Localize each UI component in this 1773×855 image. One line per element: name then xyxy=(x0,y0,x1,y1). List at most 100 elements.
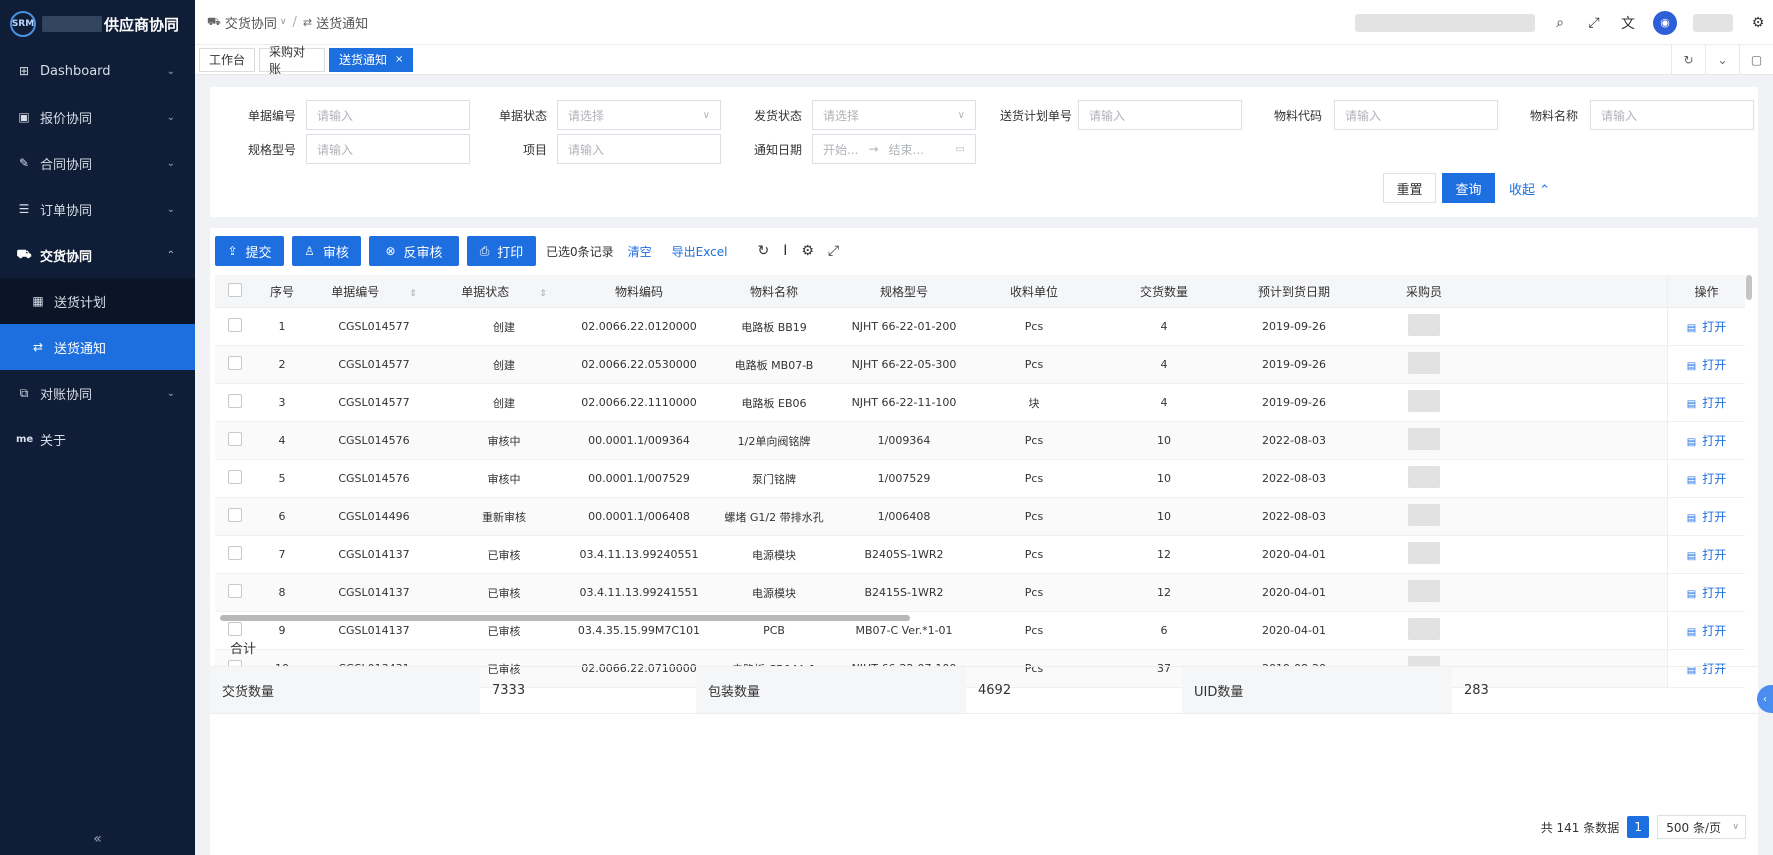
avatar[interactable]: ◉ xyxy=(1653,10,1677,35)
material-code-input[interactable]: 请输入 xyxy=(1334,100,1498,130)
cell-qty: 4 xyxy=(1160,358,1168,371)
doc-no-input[interactable]: 请输入 xyxy=(306,100,470,130)
col-header[interactable]: 单据编号 ⇕ xyxy=(309,283,439,300)
open-link[interactable]: ▤ 打开 xyxy=(1687,622,1726,639)
chevron-down-icon: ∨ xyxy=(957,109,965,121)
open-link[interactable]: ▤ 打开 xyxy=(1687,508,1726,525)
row-checkbox[interactable] xyxy=(228,546,242,560)
table-row[interactable]: 2 CGSL014577 创建 02.0066.22.0530000 电路板 MB07-… xyxy=(215,346,1745,384)
gear-icon[interactable]: ⚙ xyxy=(801,243,814,259)
sidebar-item-order[interactable]: ☰ 订单协同 ⌄ xyxy=(0,186,195,232)
tab-workbench[interactable]: 工作台 xyxy=(199,47,256,72)
submit-button[interactable]: ⇪ 提交 xyxy=(215,236,284,266)
text-icon[interactable]: Ⅰ xyxy=(783,243,787,259)
vertical-scrollbar[interactable] xyxy=(1746,275,1752,300)
selected-count: 已选0条记录 xyxy=(546,244,614,259)
select-all-checkbox[interactable] xyxy=(228,282,242,297)
approve-button[interactable]: ♙ 审核 xyxy=(292,236,361,266)
row-checkbox[interactable] xyxy=(228,470,242,484)
reset-button[interactable]: 重置 xyxy=(1383,173,1436,203)
open-link[interactable]: ▤ 打开 xyxy=(1687,318,1726,335)
summary-label: 交货数量 xyxy=(210,667,480,713)
row-checkbox[interactable] xyxy=(228,508,242,522)
gear-icon[interactable]: ⚙ xyxy=(1749,15,1767,31)
sidebar-item-about[interactable]: me 关于 xyxy=(0,416,195,462)
cell-code: 00.0001.1/007529 xyxy=(588,472,690,485)
unapprove-button[interactable]: ⊗ 反审核 xyxy=(369,236,459,266)
sidebar-item-quote[interactable]: ▣ 报价协同 ⌄ xyxy=(0,94,195,140)
table-row[interactable]: 5 CGSL014576 审核中 00.0001.1/007529 泵门铭牌 1/0075… xyxy=(215,460,1745,498)
sidebar-item-dashboard[interactable]: ⊞ Dashboard ⌄ xyxy=(0,48,195,94)
sidebar-item-label: 交货协同 xyxy=(40,249,93,265)
tab-delivery-notice[interactable]: 送货通知 × xyxy=(329,47,414,72)
refresh-icon[interactable]: ↻ xyxy=(757,243,769,259)
clear-link[interactable]: 清空 xyxy=(628,243,652,260)
sidebar-item-delivery[interactable]: ⛟ 交货协同 ⌃ xyxy=(0,232,195,278)
sort-icon[interactable]: ⇕ xyxy=(539,289,547,299)
cell-unit: 块 xyxy=(1028,396,1040,410)
sort-icon[interactable]: ⇕ xyxy=(409,289,417,299)
table-body: 1 CGSL014577 创建 02.0066.22.0120000 电路板 BB19 N… xyxy=(215,308,1745,688)
export-excel-link[interactable]: 导出Excel xyxy=(672,243,728,260)
project-input[interactable]: 请输入 xyxy=(557,134,721,164)
operation-cell: ▤ 打开 xyxy=(1667,612,1745,650)
notify-date-range[interactable]: 开始... → 结束... ▭ xyxy=(812,134,976,164)
row-checkbox[interactable] xyxy=(228,318,242,332)
table-row[interactable]: 4 CGSL014576 审核中 00.0001.1/009364 1/2单向阀铭牌 1/… xyxy=(215,422,1745,460)
sidebar-collapse-button[interactable]: « xyxy=(0,823,195,855)
toolbar: ⇪ 提交 ♙ 审核 ⊗ 反审核 ⎙ 打印 已选0条记录 清空 导出Excel ↻ Ⅰ ⚙… xyxy=(215,236,839,266)
page-button[interactable]: 1 xyxy=(1627,816,1650,838)
doc-status-select[interactable]: 请选择 ∨ xyxy=(557,100,721,130)
search-icon[interactable]: ⌕ xyxy=(1551,15,1569,31)
sidebar-item-contract[interactable]: ✎ 合同协同 ⌄ xyxy=(0,140,195,186)
cell-unit: Pcs xyxy=(1024,434,1044,447)
app-logo[interactable]: SRM 供应商协同 xyxy=(0,0,195,48)
reconcile-icon: ⧉ xyxy=(19,385,29,400)
open-link[interactable]: ▤ 打开 xyxy=(1687,584,1726,601)
cell-date: 2022-08-03 xyxy=(1262,510,1326,523)
sidebar-item-reconcile[interactable]: ⧉ 对账协同 ⌄ xyxy=(0,370,195,416)
plan-no-input[interactable]: 请输入 xyxy=(1078,100,1242,130)
table-row[interactable]: 3 CGSL014577 创建 02.0066.22.1110000 电路板 EB06 N… xyxy=(215,384,1745,422)
filter-label: 项目 xyxy=(522,142,547,157)
row-checkbox[interactable] xyxy=(228,622,242,636)
table-row[interactable]: 6 CGSL014496 重新审核 00.0001.1/006408 螺堵 G1/2 带… xyxy=(215,498,1745,536)
collapse-link[interactable]: 收起 ⌃ xyxy=(1509,179,1550,198)
row-checkbox[interactable] xyxy=(228,356,242,370)
side-panel-handle[interactable]: ‹ xyxy=(1757,685,1773,713)
table-row[interactable]: 8 CGSL014137 已审核 03.4.11.13.99241551 电源模块 B24… xyxy=(215,574,1745,612)
page-size-select[interactable]: 500 条/页 ∨ xyxy=(1657,815,1746,839)
fullscreen-icon[interactable]: ⤢ xyxy=(828,243,839,259)
refresh-icon[interactable]: ↻ xyxy=(1671,45,1705,75)
open-link[interactable]: ▤ 打开 xyxy=(1687,432,1726,449)
maximize-icon[interactable]: ▢ xyxy=(1739,45,1773,75)
translate-icon[interactable]: 文 xyxy=(1619,13,1637,33)
open-icon: ▤ xyxy=(1686,361,1697,372)
open-link[interactable]: ▤ 打开 xyxy=(1687,546,1726,563)
row-checkbox[interactable] xyxy=(228,394,242,408)
sidebar-item-delivery-plan[interactable]: ▦ 送货计划 xyxy=(0,278,195,324)
print-button[interactable]: ⎙ 打印 xyxy=(467,236,536,266)
open-link[interactable]: ▤ 打开 xyxy=(1687,394,1726,411)
breadcrumb-level1[interactable]: 交货协同 xyxy=(225,13,277,32)
row-checkbox[interactable] xyxy=(228,432,242,446)
open-label: 打开 xyxy=(1702,434,1727,448)
sidebar-item-delivery-notice[interactable]: ⇄ 送货通知 xyxy=(0,324,195,370)
table-row[interactable]: 7 CGSL014137 已审核 03.4.11.13.99240551 电源模块 B24… xyxy=(215,536,1745,574)
chevron-down-icon[interactable]: ⌄ xyxy=(1705,45,1739,75)
fullscreen-icon[interactable]: ⤢ xyxy=(1585,15,1603,31)
col-header[interactable]: 单据状态 ⇕ xyxy=(439,283,569,300)
tab-reconcile[interactable]: 采购对账 xyxy=(259,45,326,76)
open-link[interactable]: ▤ 打开 xyxy=(1687,356,1726,373)
data-table: 序号 单据编号 ⇕ 单据状态 ⇕ 物料编码 物料名称 规格型号 收料单位 交货数量 … xyxy=(215,275,1745,688)
open-link[interactable]: ▤ 打开 xyxy=(1687,470,1726,487)
close-icon[interactable]: × xyxy=(395,54,403,65)
query-button[interactable]: 查询 xyxy=(1442,173,1495,203)
material-name-input[interactable]: 请输入 xyxy=(1590,100,1754,130)
horizontal-scrollbar[interactable] xyxy=(220,615,910,621)
ship-status-select[interactable]: 请选择 ∨ xyxy=(812,100,976,130)
table-row[interactable]: 1 CGSL014577 创建 02.0066.22.0120000 电路板 BB19 N… xyxy=(215,308,1745,346)
row-checkbox[interactable] xyxy=(228,584,242,598)
spec-input[interactable]: 请输入 xyxy=(306,134,470,164)
cell-qty: 12 xyxy=(1157,586,1171,599)
